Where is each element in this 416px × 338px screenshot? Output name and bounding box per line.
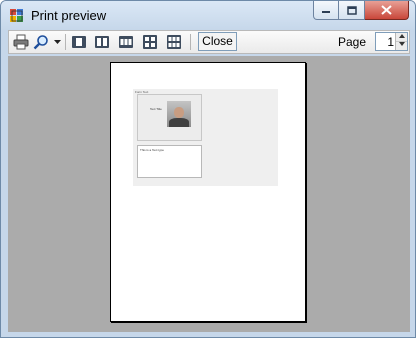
page-stepper-buttons <box>395 33 407 50</box>
zoom-dropdown[interactable] <box>52 33 62 51</box>
printed-label: Text Title <box>150 107 162 111</box>
chevron-down-icon <box>398 42 405 46</box>
print-button[interactable] <box>12 33 30 51</box>
chevron-down-icon <box>53 40 61 44</box>
window-controls <box>313 1 409 20</box>
photo-shoulders <box>169 118 189 127</box>
close-icon <box>381 5 392 15</box>
six-pages-button[interactable] <box>165 33 183 51</box>
preview-page: Form Text Text Title This is a Text type <box>110 62 306 322</box>
close-preview-button[interactable]: Close <box>198 32 237 51</box>
four-pages-icon <box>143 35 157 49</box>
toolbar-separator <box>65 34 66 50</box>
title-bar[interactable]: Print preview <box>1 1 415 30</box>
two-pages-button[interactable] <box>93 33 111 51</box>
close-window-button[interactable] <box>365 1 409 20</box>
page-number-value[interactable]: 1 <box>387 35 394 49</box>
page-number-stepper[interactable]: 1 <box>375 32 408 51</box>
print-preview-window: Print preview Close Page 1 Form Text Tex… <box>0 0 416 338</box>
chevron-up-icon <box>398 34 405 38</box>
printed-form-panel: Form Text Text Title This is a Text type <box>133 89 278 186</box>
window-title: Print preview <box>31 8 107 23</box>
six-pages-icon <box>167 35 181 49</box>
printed-textbox-text: This is a Text type <box>140 148 164 152</box>
one-page-icon <box>72 36 86 48</box>
preview-area[interactable]: Form Text Text Title This is a Text type <box>8 56 410 332</box>
photo-head <box>174 107 184 118</box>
toolbar-separator <box>190 34 191 50</box>
page-down-button[interactable] <box>396 41 407 49</box>
minimize-button[interactable] <box>313 1 339 20</box>
page-label: Page <box>338 35 367 49</box>
printed-group-box: Text Title <box>137 94 202 141</box>
zoom-button[interactable] <box>32 33 50 51</box>
printed-textbox: This is a Text type <box>137 145 202 178</box>
two-pages-icon <box>95 36 109 48</box>
printer-icon <box>13 34 29 50</box>
four-pages-button[interactable] <box>141 33 159 51</box>
minimize-icon <box>322 11 330 13</box>
three-pages-icon <box>119 36 133 48</box>
print-preview-app-icon <box>10 9 23 22</box>
three-pages-button[interactable] <box>117 33 135 51</box>
photo-image <box>167 101 191 127</box>
one-page-button[interactable] <box>70 33 88 51</box>
maximize-icon <box>346 5 357 15</box>
maximize-button[interactable] <box>339 1 365 20</box>
magnifier-icon <box>33 35 48 50</box>
preview-toolbar: Close Page 1 <box>8 30 410 54</box>
